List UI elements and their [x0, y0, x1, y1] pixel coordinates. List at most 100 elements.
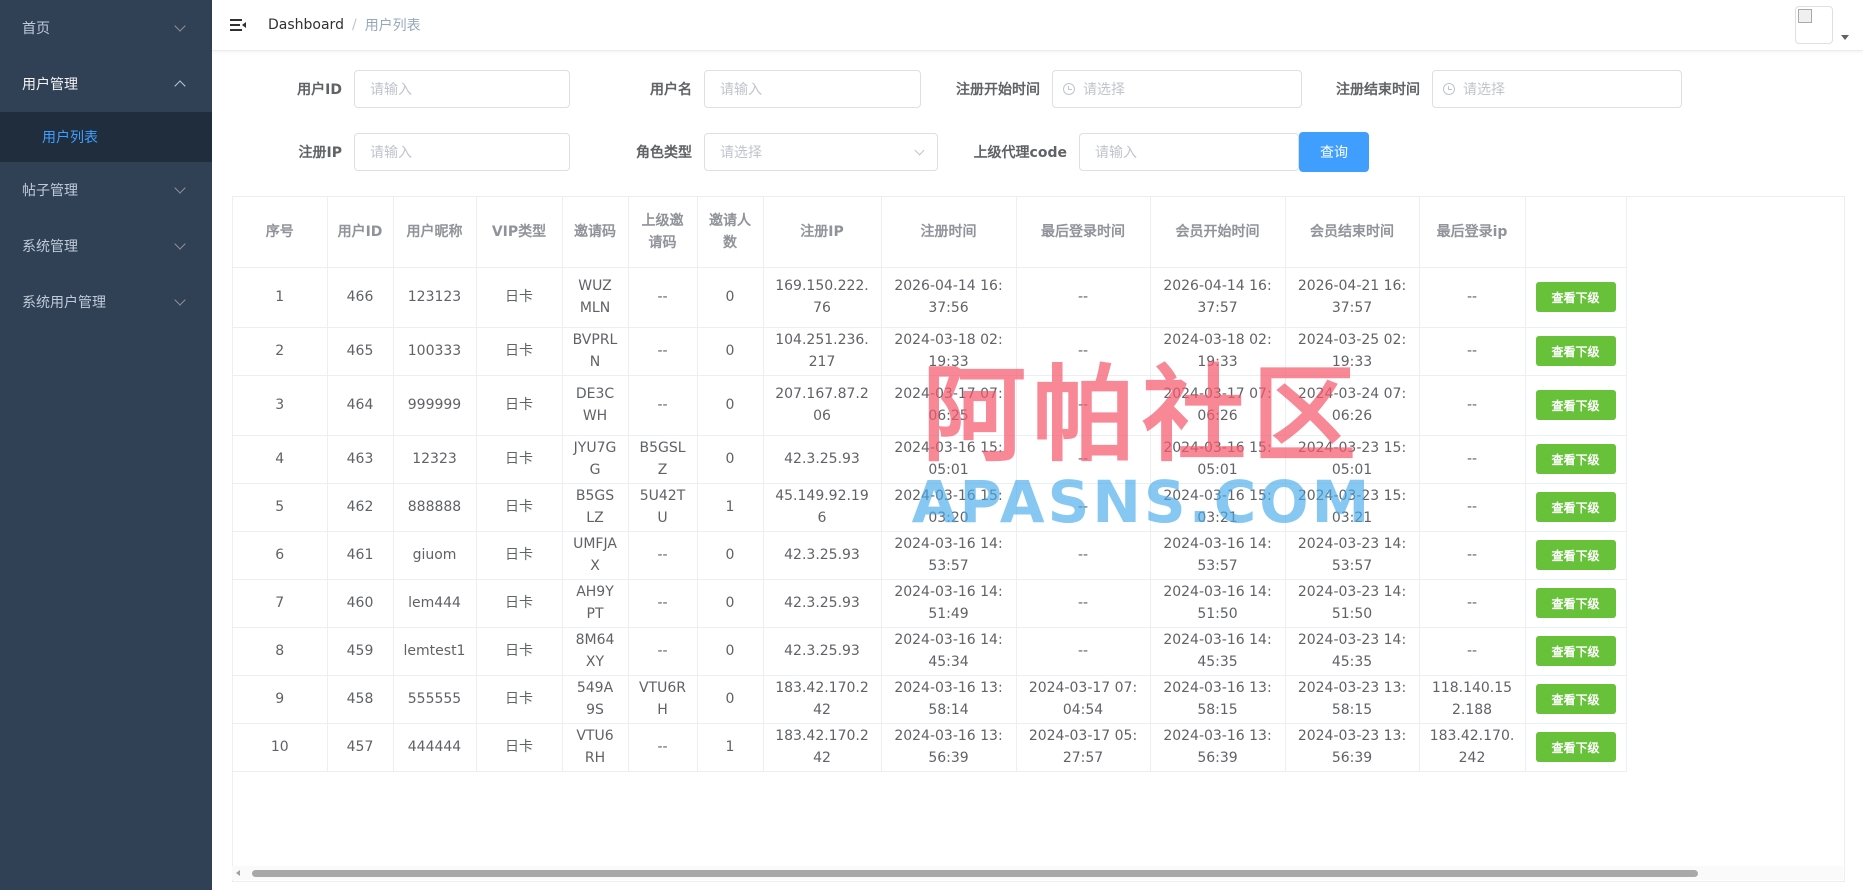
column-header: 上级邀请码 — [628, 197, 698, 268]
table-cell: 2026-04-21 16:37:57 — [1285, 267, 1420, 328]
table-cell: 1 — [233, 267, 328, 328]
view-subordinates-button[interactable]: 查看下级 — [1535, 492, 1616, 522]
table-cell: -- — [1016, 579, 1151, 628]
table-cell: 999999 — [393, 375, 477, 436]
table-row: 9 458 555555 日卡 549A9S VTU6RH 0 183.42.170.242 2… — [233, 675, 1627, 724]
sidebar-item-system-management[interactable]: 系统管理 — [0, 218, 212, 274]
column-header: 注册时间 — [881, 197, 1017, 268]
table-cell: DE3CWH — [562, 375, 629, 436]
view-subordinates-button[interactable]: 查看下级 — [1535, 336, 1616, 366]
reg-ip-input[interactable]: 请输入 — [354, 133, 570, 171]
table-cell: 207.167.87.206 — [763, 375, 882, 436]
view-subordinates-button[interactable]: 查看下级 — [1535, 390, 1616, 420]
sidebar-item-post-management[interactable]: 帖子管理 — [0, 162, 212, 218]
table-cell: 0 — [697, 627, 764, 676]
search-button[interactable]: 查询 — [1299, 132, 1369, 172]
table-cell: 8 — [233, 627, 328, 676]
action-cell: 查看下级 — [1525, 723, 1627, 772]
table-cell: 2024-03-23 13:58:15 — [1285, 675, 1420, 724]
table-cell: 2024-03-17 07:06:25 — [881, 375, 1017, 436]
table-cell: 2024-03-23 14:53:57 — [1285, 531, 1420, 580]
agent-code-input[interactable]: 请输入 — [1079, 133, 1299, 171]
table-cell: 0 — [697, 435, 764, 484]
table-cell: 2024-03-16 15:05:01 — [1150, 435, 1286, 484]
table-cell: -- — [1419, 531, 1526, 580]
table-cell: 2024-03-16 15:03:20 — [881, 483, 1017, 532]
sidebar-item-label: 首页 — [22, 21, 50, 37]
view-subordinates-button[interactable]: 查看下级 — [1535, 636, 1616, 666]
sidebar-item-home[interactable]: 首页 — [0, 0, 212, 56]
scroll-left-icon[interactable] — [236, 870, 240, 876]
horizontal-scrollbar[interactable] — [232, 866, 1843, 880]
column-header: 用户昵称 — [393, 197, 477, 268]
table-cell: 2024-03-16 14:53:57 — [881, 531, 1017, 580]
avatar[interactable] — [1795, 6, 1833, 44]
action-cell: 查看下级 — [1525, 483, 1627, 532]
filter-label: 注册开始时间 — [956, 82, 1040, 98]
caret-down-icon[interactable] — [1841, 35, 1849, 40]
reg-start-date-picker[interactable]: 请选择 — [1052, 70, 1302, 108]
sidebar-item-system-user-management[interactable]: 系统用户管理 — [0, 274, 212, 330]
user-table: 序号 用户ID 用户昵称 VIP类型 邀请码 上级邀请码 邀请人数 注册IP 注册时间 最后登录时… — [232, 196, 1845, 882]
table-cell: 888888 — [393, 483, 477, 532]
filter-role-type: 角色类型 请选择 — [562, 133, 938, 171]
breadcrumb-dashboard[interactable]: Dashboard — [268, 17, 344, 33]
table-cell: 9 — [233, 675, 328, 724]
hamburger-icon[interactable] — [228, 15, 248, 35]
view-subordinates-button[interactable]: 查看下级 — [1535, 540, 1616, 570]
table-cell: -- — [628, 531, 698, 580]
table-cell: 2024-03-16 15:03:21 — [1150, 483, 1286, 532]
role-type-select[interactable]: 请选择 — [704, 133, 938, 171]
column-header: 序号 — [233, 197, 328, 268]
table-cell: 183.42.170.242 — [763, 723, 882, 772]
date-placeholder: 请选择 — [1463, 82, 1505, 98]
table-cell: 461 — [327, 531, 394, 580]
date-placeholder: 请选择 — [1083, 82, 1125, 98]
table-row: 5 462 888888 日卡 B5GSLZ 5U42TU 1 45.149.92.196 20… — [233, 483, 1627, 532]
table-cell: 2024-03-17 07:04:54 — [1016, 675, 1151, 724]
table-cell: -- — [1419, 483, 1526, 532]
table-cell: 2024-03-16 13:56:39 — [1150, 723, 1286, 772]
main-content: Dashboard / 用户列表 用户ID 请输入 用户名 请输入 注册开始时间… — [212, 0, 1863, 890]
filter-reg-start: 注册开始时间 请选择 — [912, 70, 1302, 108]
sidebar-item-label: 系统用户管理 — [22, 295, 106, 311]
table-cell: 0 — [697, 579, 764, 628]
chevron-down-icon — [174, 238, 186, 250]
user-table-grid: 序号 用户ID 用户昵称 VIP类型 邀请码 上级邀请码 邀请人数 注册IP 注册时间 最后登录时… — [233, 197, 1627, 772]
action-cell: 查看下级 — [1525, 531, 1627, 580]
clock-icon — [1443, 83, 1455, 95]
table-cell: -- — [1419, 375, 1526, 436]
table-cell: -- — [1419, 267, 1526, 328]
username-input[interactable]: 请输入 — [704, 70, 921, 108]
sidebar-item-label: 用户列表 — [42, 130, 98, 146]
breadcrumb-separator: / — [351, 17, 357, 33]
table-cell: 2024-03-16 14:51:50 — [1150, 579, 1286, 628]
broken-image-icon — [1798, 9, 1812, 23]
view-subordinates-button[interactable]: 查看下级 — [1535, 588, 1616, 618]
table-cell: 465 — [327, 327, 394, 376]
view-subordinates-button[interactable]: 查看下级 — [1535, 684, 1616, 714]
view-subordinates-button[interactable]: 查看下级 — [1535, 444, 1616, 474]
sidebar-item-user-list[interactable]: 用户列表 — [0, 112, 212, 162]
column-header: 邀请人数 — [697, 197, 764, 268]
table-cell: giuom — [393, 531, 477, 580]
table-cell: 4 — [233, 435, 328, 484]
filter-label: 注册结束时间 — [1336, 82, 1420, 98]
table-cell: UMFJAX — [562, 531, 629, 580]
table-cell: 10 — [233, 723, 328, 772]
user-id-input[interactable]: 请输入 — [354, 70, 570, 108]
table-cell: 459 — [327, 627, 394, 676]
sidebar-item-user-management[interactable]: 用户管理 — [0, 56, 212, 112]
reg-end-date-picker[interactable]: 请选择 — [1432, 70, 1682, 108]
sidebar-item-label: 用户管理 — [22, 77, 78, 93]
view-subordinates-button[interactable]: 查看下级 — [1535, 282, 1616, 312]
table-row: 4 463 12323 日卡 JYU7GG B5GSLZ 0 42.3.25.93 2024-0… — [233, 435, 1627, 484]
scrollbar-thumb[interactable] — [252, 870, 1698, 877]
action-cell: 查看下级 — [1525, 435, 1627, 484]
table-cell: 457 — [327, 723, 394, 772]
user-menu[interactable] — [1795, 6, 1849, 44]
table-cell: B5GSLZ — [562, 483, 629, 532]
view-subordinates-button[interactable]: 查看下级 — [1535, 732, 1616, 762]
table-cell: 549A9S — [562, 675, 629, 724]
chevron-up-icon — [174, 80, 186, 92]
